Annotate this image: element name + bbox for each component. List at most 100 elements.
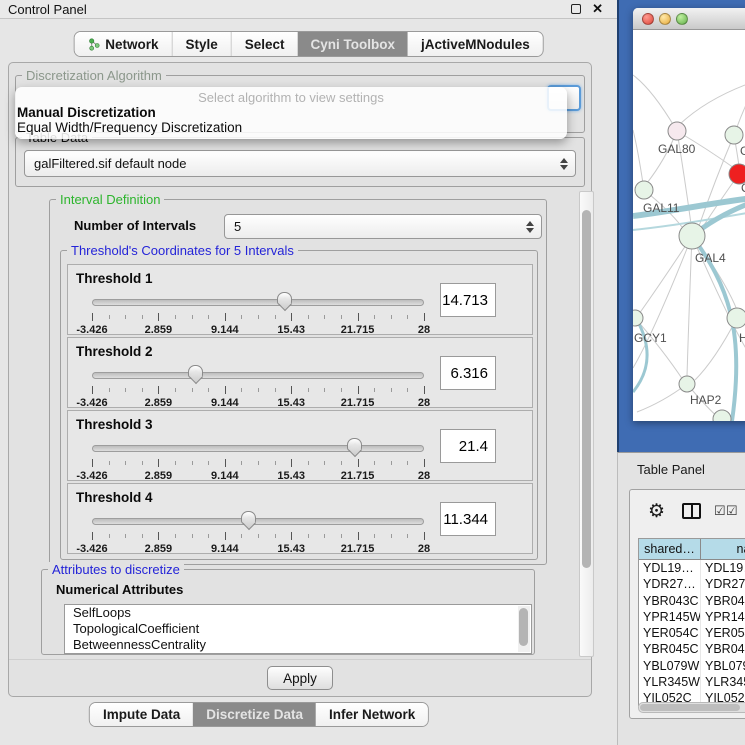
attribute-list-item[interactable]: BetweennessCentrality bbox=[65, 637, 531, 653]
network-node[interactable] bbox=[668, 122, 686, 140]
number-of-intervals-combobox[interactable]: 5 bbox=[224, 214, 542, 239]
tab-impute-data[interactable]: Impute Data bbox=[90, 703, 193, 726]
tab-cyni-toolbox[interactable]: Cyni Toolbox bbox=[298, 32, 409, 56]
threshold-panel: Threshold 1-3.4262.8599.14415.4321.71528 bbox=[67, 264, 533, 335]
network-node[interactable] bbox=[633, 310, 643, 326]
table-cell: YBL079W bbox=[701, 658, 745, 674]
tab-label: jActiveMNodules bbox=[421, 37, 530, 52]
table-row[interactable]: YDR27…YDR27… bbox=[639, 576, 745, 592]
table-row[interactable]: YBR045CYBR045C bbox=[639, 641, 745, 657]
checkbox-icon[interactable]: ☑ bbox=[726, 503, 738, 519]
column-header[interactable]: shared… bbox=[639, 539, 701, 559]
network-edge[interactable] bbox=[639, 236, 692, 314]
numerical-attributes-list[interactable]: SelfLoopsTopologicalCoefficientBetweenne… bbox=[64, 604, 532, 654]
slider-thumb[interactable] bbox=[188, 365, 203, 378]
column-header[interactable]: na bbox=[701, 539, 745, 559]
apply-button[interactable]: Apply bbox=[267, 666, 333, 690]
network-node[interactable] bbox=[725, 126, 743, 144]
tab-label: Network bbox=[105, 37, 158, 52]
threshold-value-input[interactable] bbox=[440, 502, 496, 536]
table-cell: YDR27… bbox=[639, 576, 701, 592]
float-window-icon[interactable] bbox=[571, 4, 581, 14]
network-node[interactable] bbox=[713, 410, 731, 421]
threshold-slider[interactable]: -3.4262.8599.14415.4321.71528 bbox=[92, 510, 424, 554]
mac-minimize-button[interactable] bbox=[659, 13, 671, 25]
slider-track[interactable] bbox=[92, 372, 424, 379]
tab-network[interactable]: Network bbox=[74, 32, 171, 56]
slider-track[interactable] bbox=[92, 518, 424, 525]
numerical-attributes-label: Numerical Attributes bbox=[56, 582, 183, 597]
dropdown-item[interactable]: Manual Discretization bbox=[15, 105, 567, 120]
network-edge[interactable] bbox=[633, 75, 677, 131]
table-header-row: shared…na bbox=[639, 539, 745, 560]
table-row[interactable]: YPR145WYPR145W bbox=[639, 609, 745, 625]
tab-label: Style bbox=[185, 37, 217, 52]
table-row[interactable]: YLR345WYLR345W bbox=[639, 674, 745, 690]
threshold-slider[interactable]: -3.4262.8599.14415.4321.71528 bbox=[92, 437, 424, 481]
mac-close-button[interactable] bbox=[642, 13, 654, 25]
table-row[interactable]: YER054CYER054C bbox=[639, 625, 745, 641]
tab-label: Cyni Toolbox bbox=[311, 37, 396, 52]
table-hscrollbar[interactable] bbox=[638, 702, 745, 713]
thresholds-group: Threshold's Coordinates for 5 Intervals … bbox=[60, 250, 538, 560]
right-side: GAL80GACGAL11GAL4GCY1HHAP2 Table Panel ⚙… bbox=[617, 0, 745, 745]
network-view-window: GAL80GACGAL11GAL4GCY1HHAP2 bbox=[633, 8, 745, 421]
threshold-label: Threshold 4 bbox=[76, 490, 153, 505]
attribute-list-item[interactable]: TopologicalCoefficient bbox=[65, 621, 531, 637]
dropdown-item[interactable]: Equal Width/Frequency Discretization bbox=[15, 120, 567, 135]
cyni-bottom-tabbar: Impute Data Discretize Data Infer Network bbox=[89, 702, 429, 727]
table-data-combobox[interactable]: galFiltered.sif default node bbox=[24, 150, 576, 177]
tab-infer-network[interactable]: Infer Network bbox=[316, 703, 428, 726]
table-row[interactable]: YBR043CYBR043C bbox=[639, 593, 745, 609]
settings-scrollbar[interactable] bbox=[579, 191, 594, 657]
network-node[interactable] bbox=[727, 308, 745, 328]
list-scrollbar[interactable] bbox=[518, 606, 530, 652]
tab-style[interactable]: Style bbox=[171, 32, 230, 56]
network-edge[interactable] bbox=[695, 318, 737, 380]
table-cell: YPR145W bbox=[639, 609, 701, 625]
algorithm-group-title: Discretization Algorithm bbox=[22, 68, 166, 83]
network-node[interactable] bbox=[635, 181, 653, 199]
table-row[interactable]: YBL079WYBL079W bbox=[639, 658, 745, 674]
slider-thumb[interactable] bbox=[347, 438, 362, 451]
attributes-group-title: Attributes to discretize bbox=[48, 562, 184, 577]
network-node[interactable] bbox=[679, 223, 705, 249]
table-cell: YER054C bbox=[639, 625, 701, 641]
network-edge[interactable] bbox=[680, 82, 745, 124]
table-cell: YDL19… bbox=[701, 560, 745, 576]
checkbox-icon[interactable]: ☑ bbox=[714, 503, 726, 519]
network-node[interactable] bbox=[679, 376, 695, 392]
tab-jactivemnodules[interactable]: jActiveMNodules bbox=[408, 32, 543, 56]
slider-track[interactable] bbox=[92, 445, 424, 452]
interval-group-title: Interval Definition bbox=[56, 192, 164, 207]
threshold-value-input[interactable] bbox=[440, 429, 496, 463]
close-icon[interactable]: ✕ bbox=[592, 1, 603, 17]
threshold-slider[interactable]: -3.4262.8599.14415.4321.71528 bbox=[92, 291, 424, 335]
slider-track[interactable] bbox=[92, 299, 424, 306]
threshold-label: Threshold 3 bbox=[76, 417, 153, 432]
tab-discretize-data[interactable]: Discretize Data bbox=[193, 703, 316, 726]
split-columns-icon[interactable] bbox=[682, 503, 701, 519]
threshold-value-input[interactable] bbox=[440, 283, 496, 317]
interval-definition-group: Interval Definition Number of Intervals … bbox=[49, 199, 547, 565]
network-canvas[interactable]: GAL80GACGAL11GAL4GCY1HHAP2 bbox=[633, 30, 745, 421]
network-edge[interactable] bbox=[633, 236, 692, 368]
mac-zoom-button[interactable] bbox=[676, 13, 688, 25]
table-cell: YBR045C bbox=[701, 641, 745, 657]
slider-thumb[interactable] bbox=[277, 292, 292, 305]
attribute-list-item[interactable]: SelfLoops bbox=[65, 605, 531, 621]
threshold-value-input[interactable] bbox=[440, 356, 496, 390]
network-edge[interactable] bbox=[637, 384, 687, 412]
tab-label: Discretize Data bbox=[206, 707, 303, 722]
slider-tick-labels: -3.4262.8599.14415.4321.71528 bbox=[92, 470, 424, 482]
network-window-titlebar[interactable] bbox=[633, 8, 745, 30]
slider-tick-labels: -3.4262.8599.14415.4321.71528 bbox=[92, 543, 424, 555]
table-row[interactable]: YDL19…YDL19… bbox=[639, 560, 745, 576]
gear-icon[interactable]: ⚙ bbox=[648, 500, 665, 523]
network-edge[interactable] bbox=[687, 236, 692, 376]
tab-select[interactable]: Select bbox=[231, 32, 298, 56]
threshold-label: Threshold 2 bbox=[76, 344, 153, 359]
threshold-slider[interactable]: -3.4262.8599.14415.4321.71528 bbox=[92, 364, 424, 408]
slider-thumb[interactable] bbox=[241, 511, 256, 524]
control-panel-window: Control Panel ✕ NetworkStyleSelectCyni T… bbox=[0, 0, 617, 745]
